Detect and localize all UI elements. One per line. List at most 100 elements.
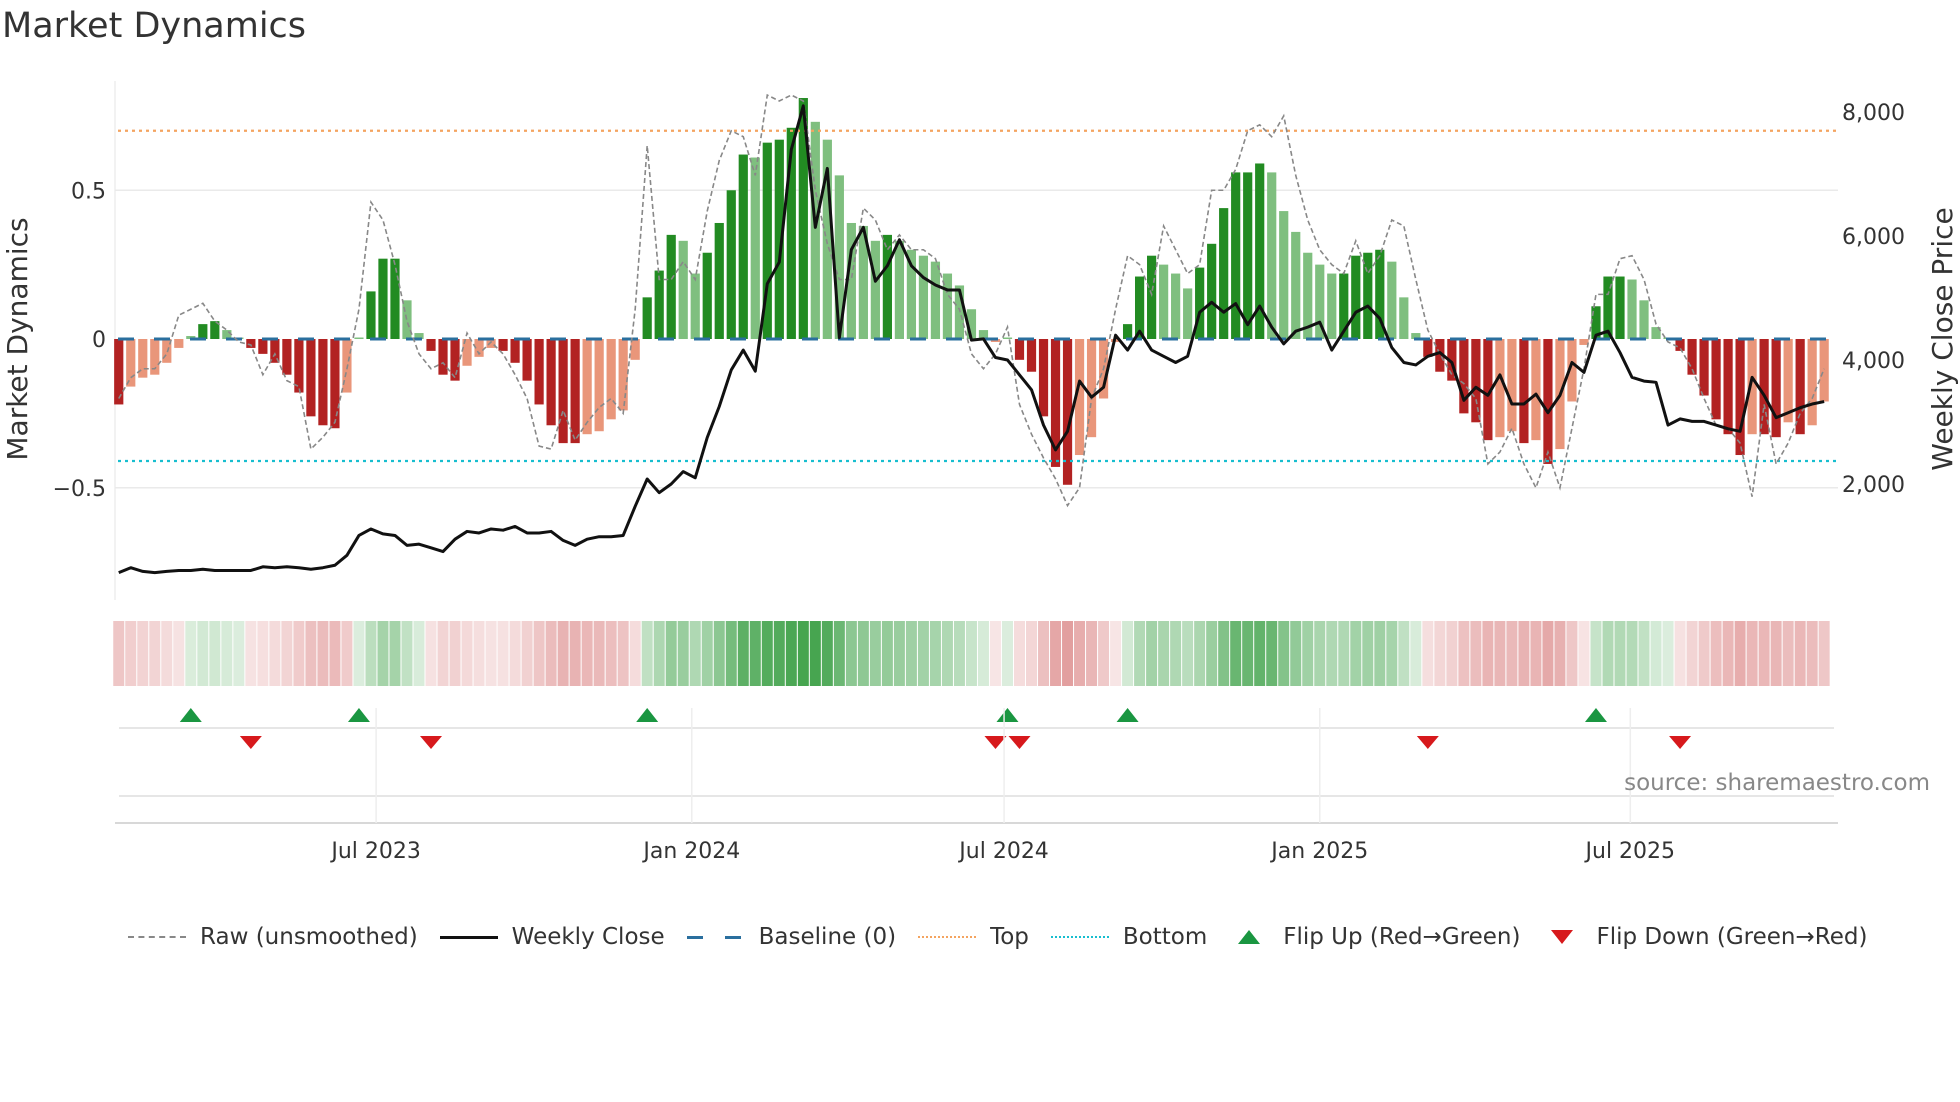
bar	[282, 339, 292, 375]
heat-cell	[317, 621, 329, 686]
bar	[1147, 255, 1157, 339]
legend-item-top: Top	[918, 924, 1029, 950]
heat-cell	[785, 621, 797, 686]
heat-cell	[1794, 621, 1806, 686]
heat-cell	[965, 621, 977, 686]
heat-cell	[1638, 621, 1650, 686]
bar	[1207, 243, 1217, 339]
bar	[642, 297, 652, 339]
legend: Raw (unsmoothed) Weekly Close Baseline (…	[128, 924, 1889, 950]
heat-cell	[233, 621, 245, 686]
legend-label: Raw (unsmoothed)	[200, 924, 418, 950]
heat-cell	[1386, 621, 1398, 686]
heat-cell	[425, 621, 437, 686]
bar	[726, 190, 736, 339]
heat-cell	[977, 621, 989, 686]
legend-label: Bottom	[1122, 924, 1208, 950]
heat-cell	[701, 621, 713, 686]
heat-cell	[377, 621, 389, 686]
bar	[1291, 231, 1301, 339]
bar	[114, 339, 124, 405]
bar	[1014, 339, 1025, 360]
bar	[918, 255, 929, 339]
heat-cell	[545, 621, 557, 686]
bar	[930, 261, 941, 339]
heat-cell	[1206, 621, 1218, 686]
x-axis: Jul 2023 Jan 2024 Jul 2024 Jan 2025 Jul 2025	[115, 708, 1838, 864]
heat-cell	[857, 621, 869, 686]
heat-cell	[893, 621, 905, 686]
bar	[306, 339, 316, 417]
bar	[702, 252, 712, 339]
heat-cell	[1326, 621, 1338, 686]
heat-cell	[593, 621, 605, 686]
x-tick-label: Jul 2024	[957, 839, 1049, 864]
heat-cell	[905, 621, 917, 686]
heat-cell	[1770, 621, 1782, 686]
heat-cell	[581, 621, 593, 686]
x-tick-label: Jul 2025	[1584, 839, 1676, 864]
bar	[1771, 339, 1781, 438]
heat-cell	[149, 621, 161, 686]
heat-cell	[1566, 621, 1578, 686]
bar	[1699, 339, 1709, 396]
heat-cell	[1590, 621, 1602, 686]
heat-cell	[1494, 621, 1506, 686]
heat-cell	[1170, 621, 1182, 686]
heat-cell	[1422, 621, 1434, 686]
bar	[1159, 264, 1169, 339]
bar	[1327, 273, 1337, 339]
bar	[378, 258, 388, 339]
bar	[1627, 279, 1637, 339]
heat-cell	[1518, 621, 1530, 686]
heat-cell	[1530, 621, 1542, 686]
legend-label: Top	[990, 924, 1029, 950]
heat-cell	[485, 621, 497, 686]
flip-up-marker	[996, 708, 1019, 722]
bar	[690, 273, 700, 339]
heat-cell	[1398, 621, 1410, 686]
bar	[1495, 339, 1505, 438]
heat-cell	[1698, 621, 1710, 686]
legend-item-baseline: Baseline (0)	[686, 924, 897, 950]
threshold-lines	[118, 129, 1838, 463]
heat-cell	[941, 621, 953, 686]
bar	[882, 234, 892, 339]
bar	[1219, 208, 1229, 339]
bar	[1819, 339, 1829, 402]
bar	[810, 121, 820, 339]
heat-cell	[137, 621, 149, 686]
bar	[438, 339, 448, 375]
heat-cell	[833, 621, 845, 686]
heat-cell	[401, 621, 413, 686]
heat-cell	[221, 621, 233, 686]
heat-cell	[1506, 621, 1518, 686]
bar	[1399, 297, 1409, 339]
heat-cell	[845, 621, 857, 686]
right-tick-label: 4,000	[1842, 349, 1905, 374]
legend-item-raw: Raw (unsmoothed)	[128, 924, 418, 950]
bar	[546, 339, 556, 426]
heat-cell	[413, 621, 425, 686]
heat-cell	[1014, 621, 1025, 686]
dashed-line-swatch-icon	[686, 930, 745, 944]
heat-cell	[125, 621, 137, 686]
bar	[1351, 255, 1361, 339]
heat-cell	[809, 621, 821, 686]
heat-cell	[1086, 621, 1098, 686]
left-tick-label: −0.5	[53, 477, 106, 502]
bar	[654, 270, 664, 339]
right-tick-label: 6,000	[1842, 225, 1905, 250]
heat-cell	[449, 621, 461, 686]
bar	[1183, 288, 1193, 339]
triangle-up-icon	[1229, 928, 1269, 946]
heat-cell	[1782, 621, 1794, 686]
heat-cell	[521, 621, 533, 686]
left-axis-title: Market Dynamics	[1, 217, 34, 460]
heat-cell	[1026, 621, 1038, 686]
heat-cell	[1350, 621, 1362, 686]
legend-item-bottom: Bottom	[1050, 924, 1208, 950]
bar	[714, 222, 724, 339]
heat-cell	[1230, 621, 1242, 686]
legend-label: Baseline (0)	[758, 924, 897, 950]
